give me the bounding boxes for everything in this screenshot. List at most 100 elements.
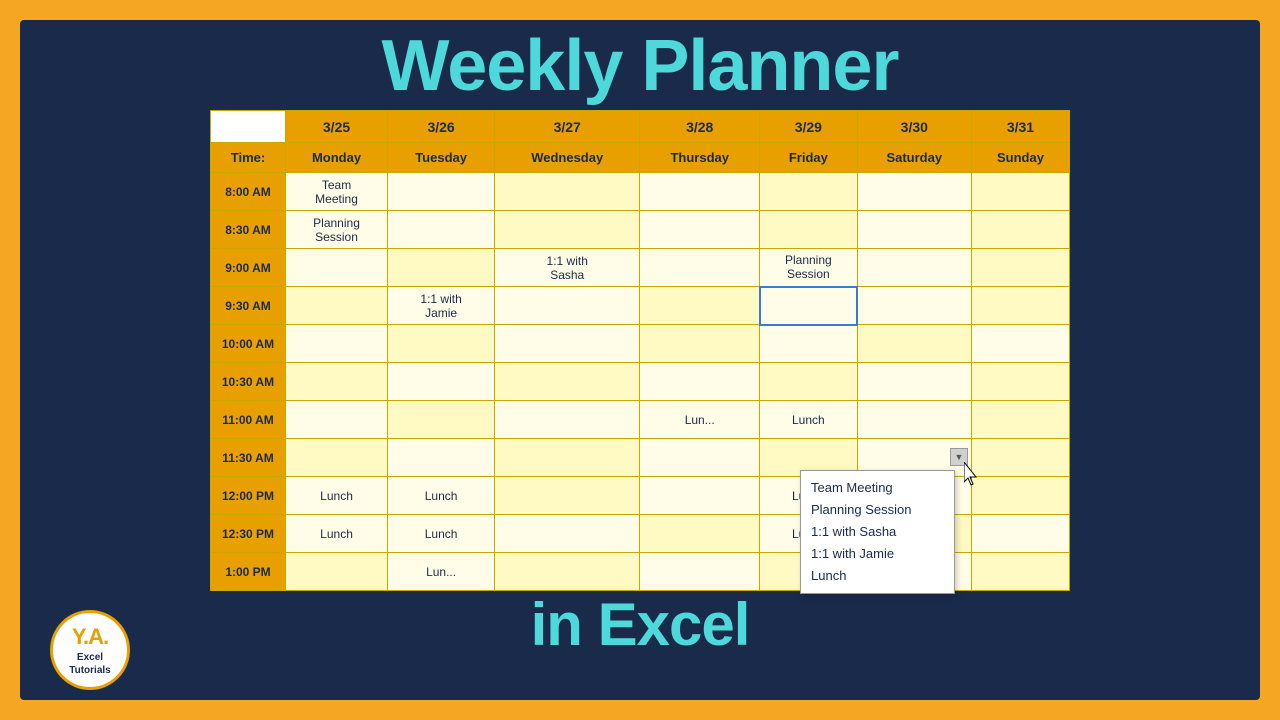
cell-fri-1100: Lunch — [760, 401, 858, 439]
time-cell: 1:00 PM — [211, 553, 286, 591]
cell-tue-1000 — [388, 325, 495, 363]
date-mon: 3/25 — [286, 111, 388, 143]
cell-wed-1200 — [495, 477, 640, 515]
tooltip-item-4: 1:1 with Jamie — [811, 543, 944, 565]
day-mon: Monday — [286, 143, 388, 173]
cell-wed-1130 — [495, 439, 640, 477]
day-thu: Thursday — [640, 143, 760, 173]
cell-thu-1000 — [640, 325, 760, 363]
cell-sun-1200 — [971, 477, 1069, 515]
cell-wed-900: 1:1 withSasha — [495, 249, 640, 287]
cell-thu-930 — [640, 287, 760, 325]
cell-mon-1200: Lunch — [286, 477, 388, 515]
cell-thu-830 — [640, 211, 760, 249]
date-wed: 3/27 — [495, 111, 640, 143]
cell-thu-1130 — [640, 439, 760, 477]
logo-line1: Excel — [77, 651, 103, 664]
cell-wed-1030 — [495, 363, 640, 401]
cell-sun-1030 — [971, 363, 1069, 401]
cell-sun-800 — [971, 173, 1069, 211]
cell-mon-830: PlanningSession — [286, 211, 388, 249]
cell-mon-900 — [286, 249, 388, 287]
day-header-row: Time: Monday Tuesday Wednesday Thursday … — [211, 143, 1070, 173]
time-cell: 12:00 PM — [211, 477, 286, 515]
cell-tue-930: 1:1 withJamie — [388, 287, 495, 325]
page-title-bottom: in Excel — [531, 595, 750, 655]
cell-mon-1230: Lunch — [286, 515, 388, 553]
table-row: 10:30 AM — [211, 363, 1070, 401]
table-row: 11:00 AM Lun... Lunch — [211, 401, 1070, 439]
cell-sun-1100 — [971, 401, 1069, 439]
cell-wed-930 — [495, 287, 640, 325]
table-row: 9:30 AM 1:1 withJamie — [211, 287, 1070, 325]
cell-mon-1000 — [286, 325, 388, 363]
cell-mon-800: TeamMeeting — [286, 173, 388, 211]
cell-tue-100: Lun... — [388, 553, 495, 591]
page-title-top: Weekly Planner — [382, 30, 899, 102]
cell-tue-1100 — [388, 401, 495, 439]
cell-sun-100 — [971, 553, 1069, 591]
cell-sat-830 — [857, 211, 971, 249]
cell-thu-1030 — [640, 363, 760, 401]
cell-sat-1100 — [857, 401, 971, 439]
cell-sun-1130 — [971, 439, 1069, 477]
date-sat: 3/30 — [857, 111, 971, 143]
time-cell: 9:00 AM — [211, 249, 286, 287]
tooltip-item-3: 1:1 with Sasha — [811, 521, 944, 543]
cell-sat-930 — [857, 287, 971, 325]
cell-sun-930 — [971, 287, 1069, 325]
cell-tue-1030 — [388, 363, 495, 401]
cell-wed-1230 — [495, 515, 640, 553]
cell-fri-800 — [760, 173, 858, 211]
cell-fri-1030 — [760, 363, 858, 401]
cell-fri-900: PlanningSession — [760, 249, 858, 287]
day-fri: Friday — [760, 143, 858, 173]
cell-sun-1000 — [971, 325, 1069, 363]
time-label: Time: — [211, 143, 286, 173]
cell-wed-830 — [495, 211, 640, 249]
date-header-row: 3/25 3/26 3/27 3/28 3/29 3/30 3/31 — [211, 111, 1070, 143]
cell-wed-1000 — [495, 325, 640, 363]
cell-wed-800 — [495, 173, 640, 211]
cell-thu-1200 — [640, 477, 760, 515]
day-sun: Sunday — [971, 143, 1069, 173]
tooltip-item-2: Planning Session — [811, 499, 944, 521]
cell-sun-1230 — [971, 515, 1069, 553]
cell-tue-830 — [388, 211, 495, 249]
dropdown-arrow-button[interactable]: ▼ — [950, 448, 968, 466]
cell-wed-1100 — [495, 401, 640, 439]
calendar-container: 3/25 3/26 3/27 3/28 3/29 3/30 3/31 Time:… — [210, 110, 1070, 591]
cell-fri-1000 — [760, 325, 858, 363]
time-cell: 11:00 AM — [211, 401, 286, 439]
day-wed: Wednesday — [495, 143, 640, 173]
cell-fri-930 — [760, 287, 858, 325]
time-cell: 11:30 AM — [211, 439, 286, 477]
day-sat: Saturday — [857, 143, 971, 173]
cell-mon-100 — [286, 553, 388, 591]
cell-mon-1100 — [286, 401, 388, 439]
day-tue: Tuesday — [388, 143, 495, 173]
table-row: 10:00 AM — [211, 325, 1070, 363]
table-row: 9:00 AM 1:1 withSasha PlanningSession — [211, 249, 1070, 287]
time-cell: 10:00 AM — [211, 325, 286, 363]
time-cell: 10:30 AM — [211, 363, 286, 401]
corner-cell — [211, 111, 286, 143]
cell-thu-900 — [640, 249, 760, 287]
cell-tue-1230: Lunch — [388, 515, 495, 553]
cell-sat-1030 — [857, 363, 971, 401]
cell-tue-900 — [388, 249, 495, 287]
cell-thu-100 — [640, 553, 760, 591]
table-row: 8:00 AM TeamMeeting — [211, 173, 1070, 211]
cell-thu-1230 — [640, 515, 760, 553]
date-thu: 3/28 — [640, 111, 760, 143]
cell-fri-830 — [760, 211, 858, 249]
cell-mon-1130 — [286, 439, 388, 477]
tooltip-item-1: Team Meeting — [811, 477, 944, 499]
date-fri: 3/29 — [760, 111, 858, 143]
cell-sat-800 — [857, 173, 971, 211]
cell-thu-1100: Lun... — [640, 401, 760, 439]
logo-line2: Tutorials — [69, 664, 110, 677]
cell-sun-830 — [971, 211, 1069, 249]
cell-sat-900 — [857, 249, 971, 287]
time-cell: 8:30 AM — [211, 211, 286, 249]
